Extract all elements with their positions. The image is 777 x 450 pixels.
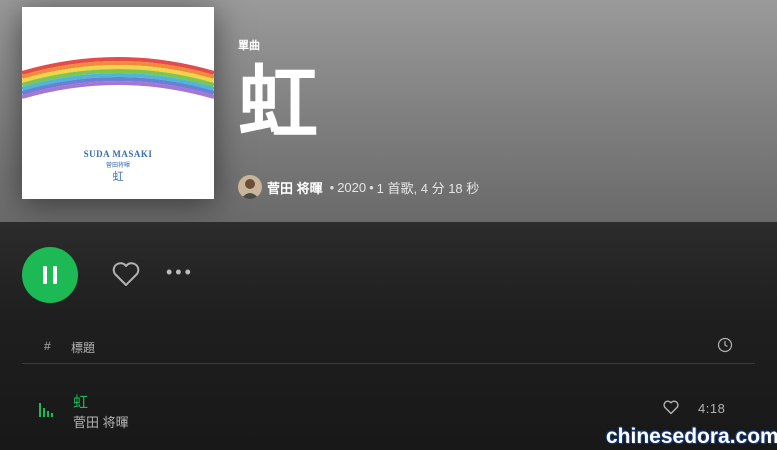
meta-separator: •	[369, 179, 374, 195]
clock-icon	[717, 337, 733, 356]
like-button[interactable]	[110, 258, 142, 290]
album-meta: 菅田 将暉 • 2020 • 1 首歌, 4 分 18 秒	[238, 175, 479, 199]
more-options-button[interactable]: •••	[166, 262, 198, 282]
album-title: 虹	[238, 59, 318, 148]
track-duration: 4:18	[698, 401, 726, 416]
album-cover[interactable]: SUDA MASAKI 菅田将暉 虹	[22, 7, 214, 199]
artist-link[interactable]: 菅田 将暉	[267, 178, 323, 197]
track-title[interactable]: 虹	[73, 391, 88, 412]
meta-separator: •	[329, 179, 335, 195]
track-artist[interactable]: 菅田 将暉	[73, 412, 129, 431]
track-summary: 1 首歌, 4 分 18 秒	[376, 180, 480, 196]
release-year: 2020	[337, 179, 367, 195]
column-title: 標題	[71, 341, 96, 355]
pause-icon	[40, 266, 60, 284]
album-header: SUDA MASAKI 菅田将暉 虹 單曲 虹 菅田 将暉 • 2020 • 1…	[0, 0, 777, 222]
heart-icon-small[interactable]	[662, 398, 680, 421]
artist-avatar[interactable]	[238, 175, 262, 199]
pause-button[interactable]	[22, 247, 78, 303]
release-type-label: 單曲	[238, 40, 260, 52]
cover-title-text: 虹	[112, 171, 124, 183]
watermark: chinesedora.com	[606, 425, 777, 448]
tracklist-header: # 標題	[22, 333, 755, 364]
heart-icon	[112, 262, 140, 286]
cover-artist-text: SUDA MASAKI	[83, 149, 153, 159]
equalizer-icon	[38, 401, 54, 422]
column-index: #	[44, 339, 51, 353]
